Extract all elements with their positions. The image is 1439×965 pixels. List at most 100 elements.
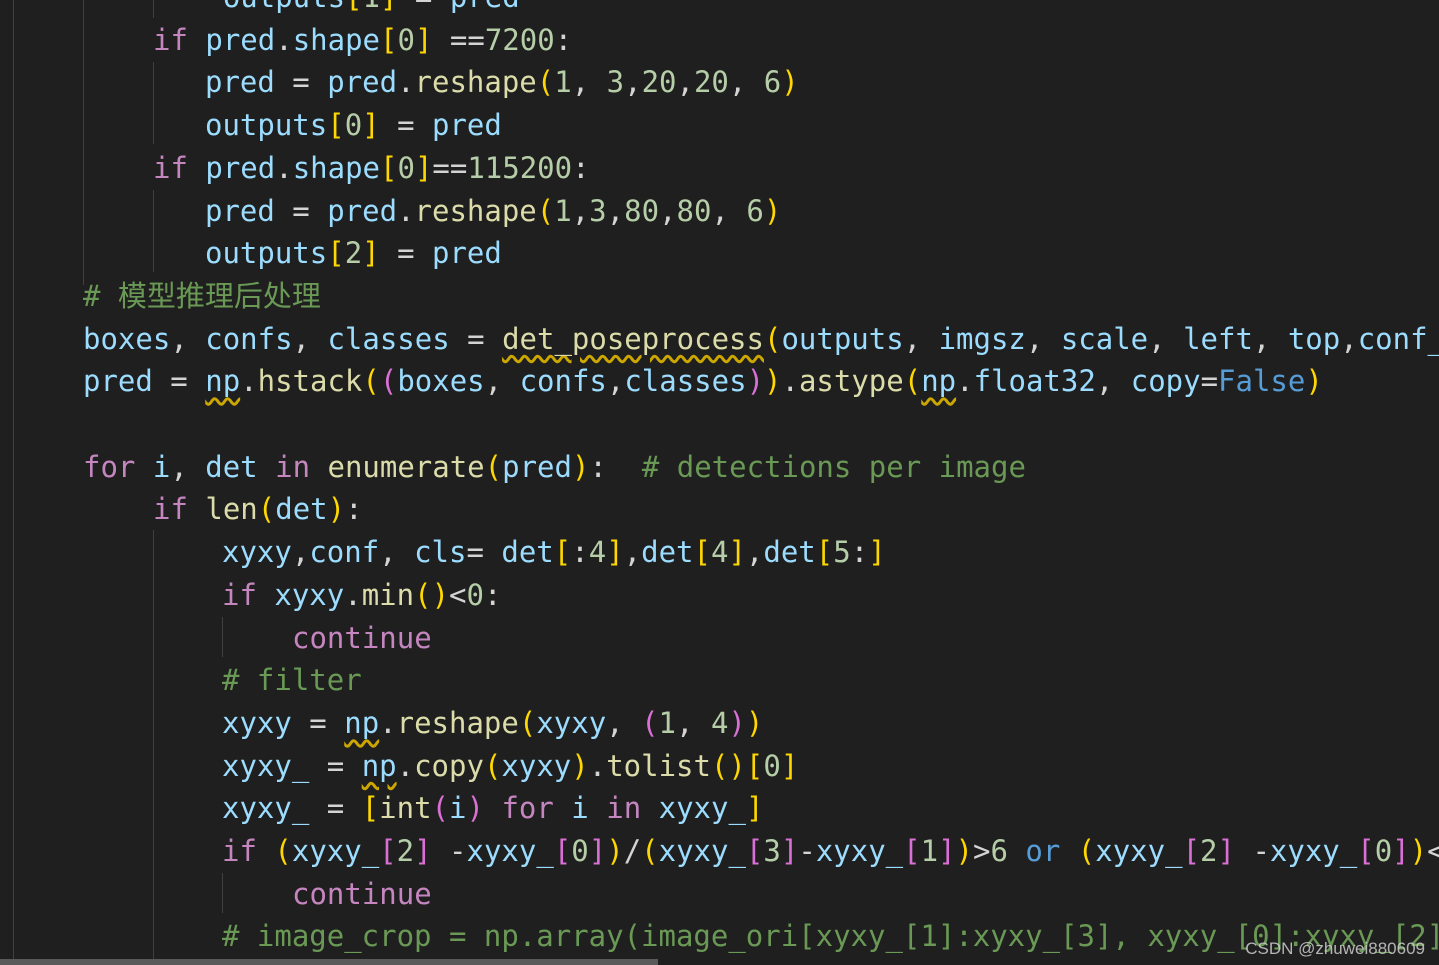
code-token: 3 [606, 65, 625, 100]
horizontal-scrollbar[interactable] [0, 959, 658, 965]
code-token: , [623, 535, 642, 570]
code-token: ) [571, 748, 589, 783]
code-token: ) [431, 577, 450, 612]
code-token: classes [624, 364, 747, 399]
code-token: xyxy [222, 705, 292, 740]
code-token: , [711, 193, 747, 228]
code-token: 6 [990, 834, 1008, 868]
code-token: cls [414, 535, 467, 570]
code-token: # filter [222, 663, 362, 698]
code-token: 0 [571, 834, 589, 868]
code-token: ] [938, 834, 956, 868]
code-token: pred [205, 65, 275, 100]
code-token: np [921, 364, 957, 399]
code-token: ( [379, 364, 398, 399]
code-token: 7200 [484, 22, 555, 57]
code-token: = [274, 193, 328, 228]
watermark: CSDN @zhuwei880609 [1245, 939, 1425, 958]
code-token: [ [693, 535, 711, 570]
code-token: np [205, 364, 241, 399]
code-token: copy [414, 748, 484, 783]
code-token: , [728, 65, 764, 100]
code-token: left [1183, 321, 1253, 356]
code-token: xyxy_ [815, 834, 904, 868]
code-token: 4 [588, 535, 607, 570]
code-token: [ [745, 834, 764, 868]
code-line: xyxy_ = [int(i) for i in xyxy_] [222, 787, 763, 829]
code-token: 1 [658, 705, 677, 740]
code-token: . [344, 577, 362, 612]
code-token: 2 [344, 236, 363, 271]
code-token: outputs [205, 236, 328, 271]
code-editor[interactable]: outputs[1] = predif pred.shape[0] ==7200… [0, 0, 1439, 965]
code-token: ] [362, 236, 380, 271]
code-token: xyxy_ [466, 834, 554, 868]
code-token: continue [292, 620, 432, 655]
code-token: ) [955, 834, 973, 868]
code-token: xyxy_ [222, 791, 310, 826]
code-token: conf [309, 535, 380, 570]
code-token: ] [1217, 834, 1235, 868]
code-line: for i, det in enumerate(pred): # detecti… [83, 446, 1026, 488]
code-token: pred [432, 108, 502, 143]
code-token: ( [274, 834, 292, 868]
code-token: ] [606, 535, 624, 570]
code-token: . [240, 364, 258, 399]
code-token: ] [414, 834, 432, 868]
code-token: 0 [1374, 834, 1393, 868]
code-token: ] [1392, 834, 1410, 868]
code-token: xyxy [536, 705, 607, 740]
code-token: [ [380, 150, 398, 185]
code-line: pred = pred.reshape(1,3,80,80, 6) [205, 190, 781, 232]
code-token: == [432, 22, 485, 57]
code-token: , [379, 535, 415, 570]
code-token: top [1287, 321, 1341, 356]
code-token: . [956, 364, 974, 399]
code-token: [ [553, 535, 572, 570]
code-token: ( [431, 791, 450, 826]
code-token: = [466, 535, 502, 570]
code-token: ( [903, 364, 922, 399]
code-token: np [344, 705, 380, 740]
code-token: 0 [763, 748, 781, 783]
code-token: ] [380, 0, 397, 14]
code-token: astype [798, 364, 904, 399]
code-line: boxes, confs, classes = det_poseprocess(… [83, 318, 1439, 360]
code-token: [ [380, 22, 398, 57]
code-token: tolist [606, 748, 711, 783]
code-token: / [623, 834, 642, 868]
code-token: ] [868, 535, 886, 570]
code-token: ) [745, 705, 764, 740]
code-token: , [676, 705, 711, 740]
code-token: np [361, 748, 397, 783]
code-token: ] [414, 150, 433, 185]
code-token: pred [205, 150, 276, 185]
code-token: ] [728, 535, 746, 570]
code-token: xyxy [274, 577, 345, 612]
code-token: reshape [414, 65, 537, 100]
code-line: if (xyxy_[2] -xyxy_[0])/(xyxy_[3]-xyxy_[… [222, 830, 1439, 872]
code-token: [ [345, 0, 362, 14]
code-token: = [291, 705, 345, 740]
code-token: ( [536, 65, 555, 100]
code-token: pred [83, 364, 153, 399]
code-token: . [379, 705, 397, 740]
code-token: reshape [396, 705, 519, 740]
code-token: , [606, 364, 625, 399]
code-token: ] [362, 108, 380, 143]
indent-guide [83, 0, 84, 285]
code-token: continue [292, 876, 432, 911]
code-token: ( [710, 748, 729, 783]
code-token: = [449, 321, 503, 356]
code-token: , [606, 193, 625, 228]
code-token: 0 [397, 22, 415, 57]
code-token: 6 [746, 193, 764, 228]
code-token: pred [432, 236, 502, 271]
code-token: ( [1077, 834, 1096, 868]
indent-guide [153, 62, 154, 144]
